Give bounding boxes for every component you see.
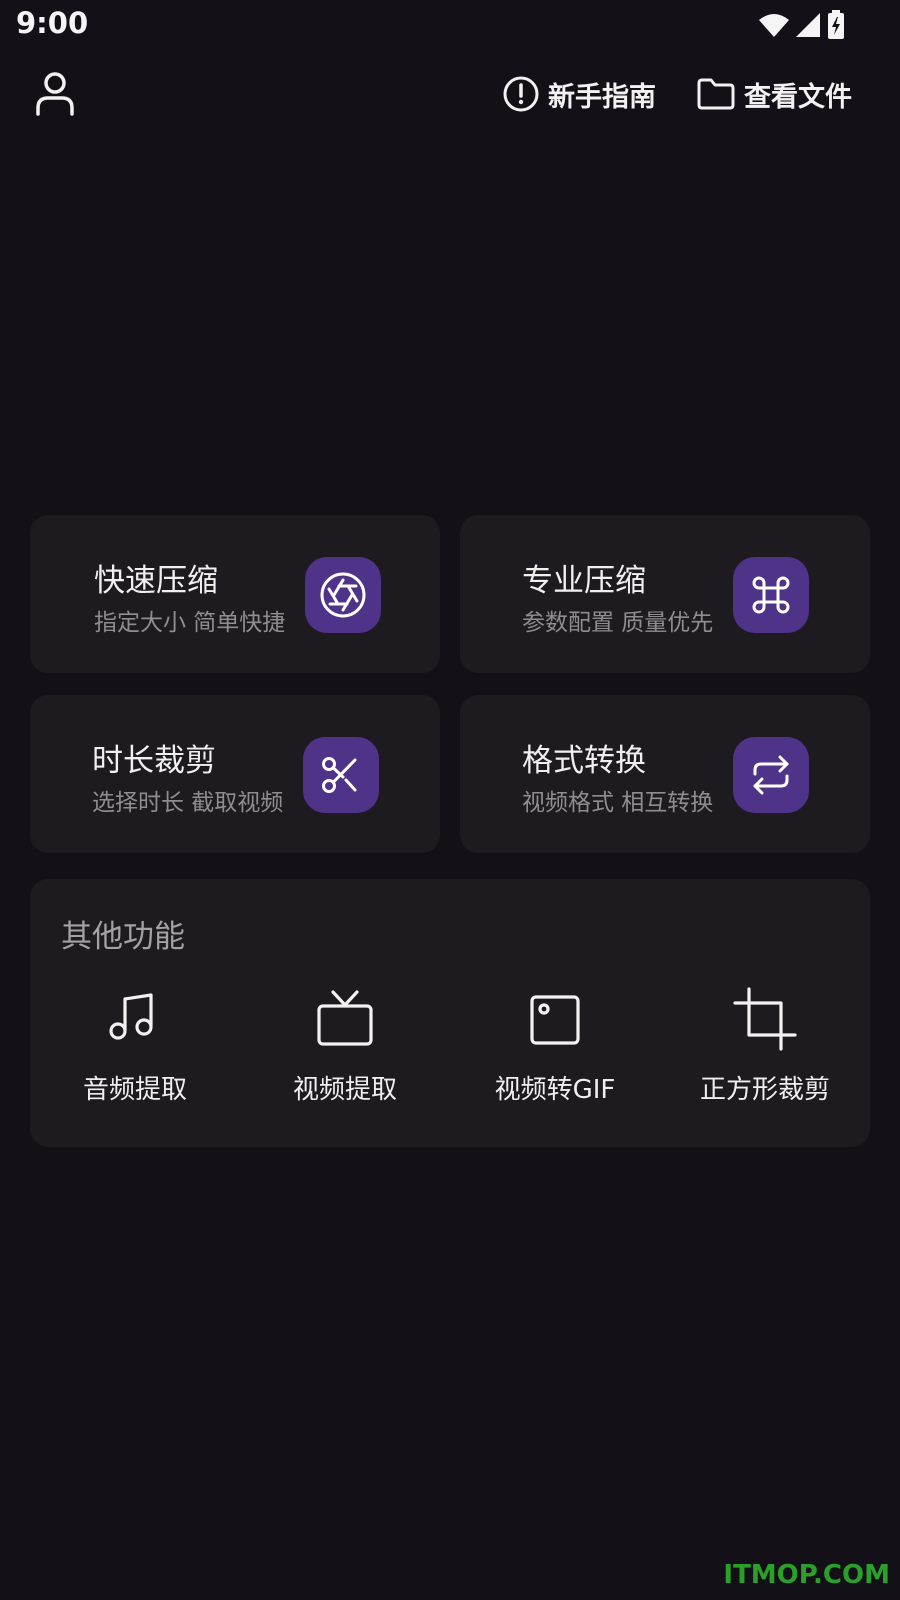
card-title: 快速压缩 xyxy=(94,563,218,599)
audio-extract-tool[interactable]: 音频提取 xyxy=(30,987,240,1117)
tool-label: 正方形裁剪 xyxy=(699,1075,830,1105)
cell-signal-icon xyxy=(796,13,820,37)
other-features-panel: 其他功能 音频提取 视频提取 视频转GIF 正方形裁剪 xyxy=(30,879,870,1147)
app-screen: 9:00 新手指南 查看文件 快速压缩 指定大小 简单快捷 专业压缩 参数配置 … xyxy=(0,0,900,1600)
command-icon xyxy=(752,576,790,614)
watermark: ITMOP.COM xyxy=(723,1560,890,1590)
quick-compress-card[interactable]: 快速压缩 指定大小 简单快捷 xyxy=(30,515,440,673)
video-to-gif-tool[interactable]: 视频转GIF xyxy=(450,987,660,1117)
format-convert-card[interactable]: 格式转换 视频格式 相互转换 xyxy=(460,695,870,853)
card-subtitle: 指定大小 简单快捷 xyxy=(94,610,286,636)
card-icon-badge xyxy=(305,557,381,633)
repeat-icon xyxy=(753,755,789,795)
status-icons xyxy=(758,10,848,40)
view-files-button[interactable]: 查看文件 xyxy=(696,72,852,116)
card-subtitle: 视频格式 相互转换 xyxy=(522,790,714,816)
card-icon-badge xyxy=(733,737,809,813)
square-crop-tool[interactable]: 正方形裁剪 xyxy=(660,987,870,1117)
wifi-icon xyxy=(759,14,789,37)
other-features-title: 其他功能 xyxy=(61,919,185,955)
music-note-icon xyxy=(109,993,153,1040)
user-icon xyxy=(36,72,74,116)
guide-label: 新手指南 xyxy=(548,81,656,113)
info-circle-icon xyxy=(503,76,539,112)
card-subtitle: 选择时长 截取视频 xyxy=(92,790,284,816)
scissors-icon xyxy=(322,757,357,793)
card-title: 专业压缩 xyxy=(522,563,646,599)
crop-icon xyxy=(733,987,797,1051)
battery-charging-icon xyxy=(828,10,844,39)
profile-button[interactable] xyxy=(32,68,78,120)
tool-label: 视频转GIF xyxy=(494,1075,616,1105)
card-icon-badge xyxy=(303,737,379,813)
image-frame-icon xyxy=(530,995,580,1045)
card-title: 时长裁剪 xyxy=(92,743,216,779)
top-bar: 新手指南 查看文件 xyxy=(0,62,900,126)
guide-button[interactable]: 新手指南 xyxy=(502,72,656,116)
tool-label: 视频提取 xyxy=(292,1075,397,1105)
tool-label: 音频提取 xyxy=(82,1075,187,1105)
status-time: 9:00 xyxy=(16,6,89,40)
video-extract-tool[interactable]: 视频提取 xyxy=(240,987,450,1117)
aperture-icon xyxy=(320,572,366,618)
card-title: 格式转换 xyxy=(522,743,646,779)
view-files-label: 查看文件 xyxy=(744,81,852,113)
status-bar: 9:00 xyxy=(0,0,900,52)
folder-icon xyxy=(697,78,735,110)
tv-icon xyxy=(317,990,373,1046)
card-icon-badge xyxy=(733,557,809,633)
trim-duration-card[interactable]: 时长裁剪 选择时长 截取视频 xyxy=(30,695,440,853)
pro-compress-card[interactable]: 专业压缩 参数配置 质量优先 xyxy=(460,515,870,673)
card-subtitle: 参数配置 质量优先 xyxy=(522,610,714,636)
